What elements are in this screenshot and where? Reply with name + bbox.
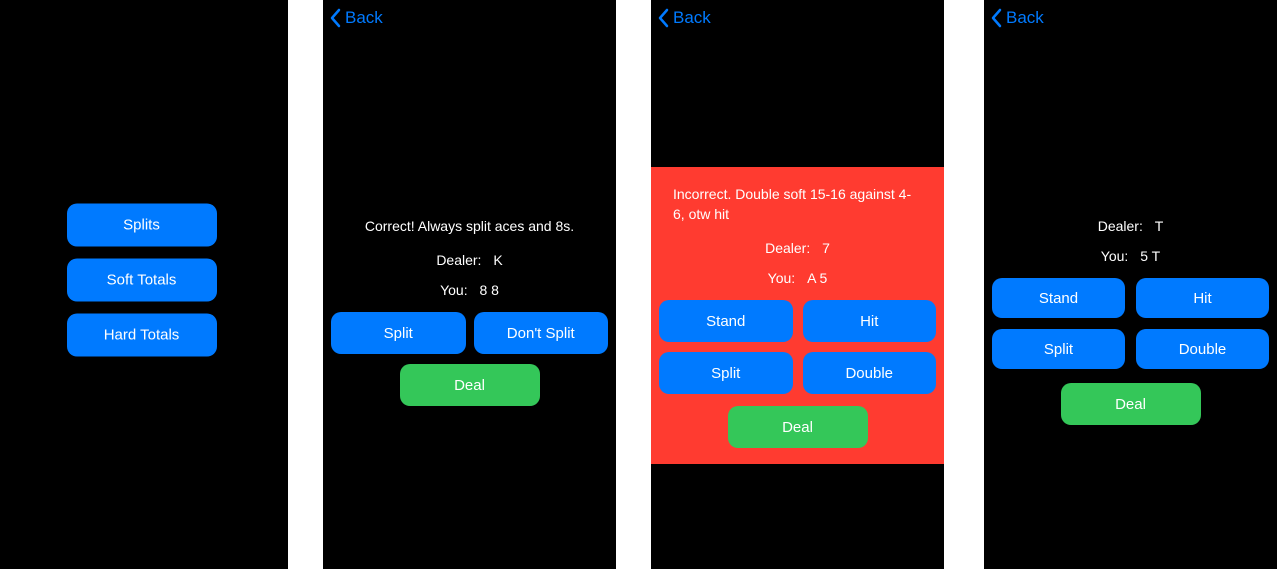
player-hand: You: A 5 [651, 270, 944, 286]
you-value: 5 T [1140, 248, 1160, 264]
splits-button[interactable]: Splits [67, 203, 217, 246]
screen-main-menu: Splits Soft Totals Hard Totals [0, 0, 288, 569]
dont-split-button[interactable]: Don't Split [474, 312, 609, 354]
hands-display: Dealer: 7 You: A 5 [651, 240, 944, 286]
dealer-hand: Dealer: K [323, 252, 616, 268]
dealer-hand: Dealer: T [984, 218, 1277, 234]
chevron-left-icon [990, 8, 1002, 28]
chevron-left-icon [329, 8, 341, 28]
you-label: You: [440, 282, 468, 298]
split-button[interactable]: Split [331, 312, 466, 354]
soft-totals-button[interactable]: Soft Totals [67, 258, 217, 301]
back-label: Back [673, 8, 711, 28]
you-value: A 5 [807, 270, 827, 286]
you-value: 8 8 [479, 282, 498, 298]
screen-hard-play: Back Dealer: T You: 5 T Stand Hit Split … [984, 0, 1277, 569]
screen-splits-correct: Back Correct! Always split aces and 8s. … [323, 0, 616, 569]
game-content: Correct! Always split aces and 8s. Deale… [323, 218, 616, 406]
back-label: Back [1006, 8, 1044, 28]
dealer-hand: Dealer: 7 [651, 240, 944, 256]
action-buttons: Split Don't Split [323, 312, 616, 354]
action-buttons: Stand Hit Split Double [651, 300, 944, 394]
dealer-value: K [493, 252, 502, 268]
double-button[interactable]: Double [1136, 329, 1269, 369]
deal-button[interactable]: Deal [728, 406, 868, 448]
incorrect-feedback-panel: Incorrect. Double soft 15-16 against 4-6… [651, 167, 944, 464]
hit-button[interactable]: Hit [1136, 278, 1269, 318]
back-button[interactable]: Back [651, 0, 944, 36]
action-buttons: Stand Hit Split Double [984, 278, 1277, 369]
stand-button[interactable]: Stand [992, 278, 1125, 318]
you-label: You: [768, 270, 796, 286]
stand-button[interactable]: Stand [659, 300, 793, 342]
menu-container: Splits Soft Totals Hard Totals [67, 203, 217, 356]
deal-button[interactable]: Deal [400, 364, 540, 406]
hard-totals-button[interactable]: Hard Totals [67, 313, 217, 356]
dealer-value: 7 [822, 240, 830, 256]
feedback-message: Incorrect. Double soft 15-16 against 4-6… [651, 185, 944, 224]
game-content: Dealer: T You: 5 T Stand Hit Split Doubl… [984, 218, 1277, 425]
screen-soft-incorrect: Back Incorrect. Double soft 15-16 agains… [651, 0, 944, 569]
dealer-label: Dealer: [765, 240, 810, 256]
chevron-left-icon [657, 8, 669, 28]
dealer-label: Dealer: [436, 252, 481, 268]
split-button[interactable]: Split [659, 352, 793, 394]
back-button[interactable]: Back [984, 0, 1277, 36]
feedback-message: Correct! Always split aces and 8s. [323, 218, 616, 234]
split-button[interactable]: Split [992, 329, 1125, 369]
double-button[interactable]: Double [803, 352, 937, 394]
you-label: You: [1101, 248, 1129, 264]
back-label: Back [345, 8, 383, 28]
dealer-value: T [1155, 218, 1164, 234]
player-hand: You: 8 8 [323, 282, 616, 298]
deal-button[interactable]: Deal [1061, 383, 1201, 425]
dealer-label: Dealer: [1098, 218, 1143, 234]
hit-button[interactable]: Hit [803, 300, 937, 342]
player-hand: You: 5 T [984, 248, 1277, 264]
back-button[interactable]: Back [323, 0, 616, 36]
